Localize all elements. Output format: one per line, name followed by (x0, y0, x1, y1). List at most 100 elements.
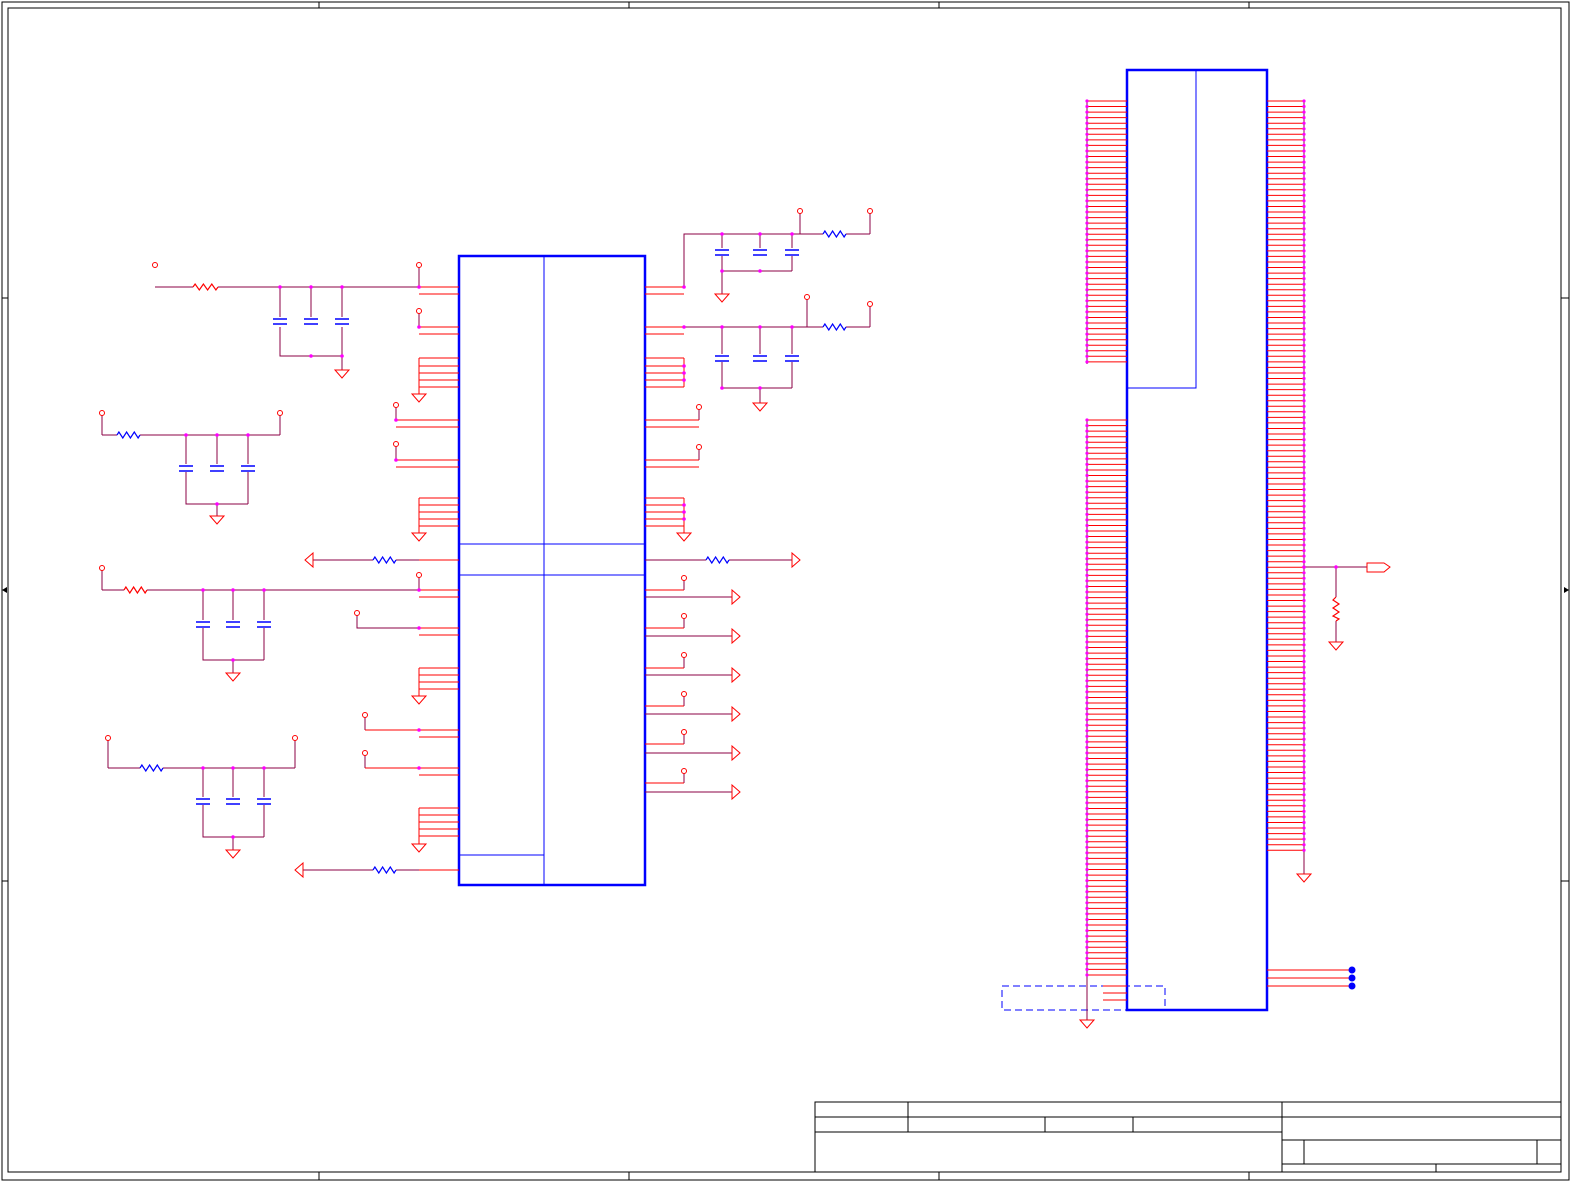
resistor-symbol (123, 585, 148, 595)
junction-dot (1085, 879, 1089, 883)
power-terminal (99, 410, 105, 416)
junction-dot (1085, 762, 1089, 766)
junction-dot (1302, 593, 1306, 597)
junction-dot (1302, 471, 1306, 475)
junction-dot (215, 502, 219, 506)
ground-symbol (224, 672, 242, 682)
ground-symbol (751, 402, 769, 412)
ground-symbol (1327, 641, 1345, 651)
junction-dots (184, 99, 1338, 977)
junction-dot (1302, 310, 1306, 314)
junction-dot (1085, 177, 1089, 181)
junction-dot (1302, 832, 1306, 836)
junction-dot (1302, 754, 1306, 758)
junction-dot (1302, 621, 1306, 625)
junction-dot (1302, 554, 1306, 558)
power-terminal (696, 444, 702, 450)
junction-dot (1302, 671, 1306, 675)
junction-dot (1302, 809, 1306, 814)
junction-dot (1085, 299, 1089, 303)
junction-dot (1302, 249, 1306, 253)
junction-dot (1085, 951, 1089, 955)
junction-dot (1085, 149, 1089, 153)
junction-dot (720, 325, 724, 329)
junction-dot (1302, 526, 1306, 531)
junction-dot (1085, 729, 1089, 733)
junction-dot (201, 766, 205, 770)
junction-dot (790, 325, 794, 329)
junction-dot (1302, 382, 1306, 386)
right-wiring (645, 213, 871, 793)
junction-dot (1085, 590, 1089, 594)
junction-dot (1302, 216, 1306, 220)
junction-dot (1302, 415, 1306, 419)
junction-dot (1302, 110, 1306, 114)
port-arrow (731, 705, 741, 723)
junction-dot (1085, 288, 1089, 292)
junction-dot (1302, 743, 1306, 747)
junction-dot (1085, 829, 1089, 833)
resistor-symbol (705, 555, 730, 565)
junction-dot (1302, 610, 1306, 614)
junction-dot (1085, 723, 1089, 727)
junction-dot (1085, 238, 1089, 242)
junction-dot (1085, 657, 1089, 661)
junction-dot (682, 378, 686, 382)
junction-dot (1302, 798, 1306, 802)
junction-dot (1302, 338, 1306, 342)
junction-dot (1302, 443, 1306, 447)
junction-dot (1085, 221, 1089, 225)
junction-dot (1302, 571, 1306, 575)
capacitors (179, 249, 799, 805)
junction-dot (1302, 288, 1306, 292)
power-terminal (867, 208, 873, 214)
junction-dot (1302, 848, 1306, 852)
junction-dot (1302, 793, 1306, 797)
connector-left-pins (1087, 100, 1127, 976)
junction-dot (1302, 476, 1306, 480)
junction-dot (1085, 884, 1089, 888)
junction-dot (1085, 768, 1089, 772)
junction-dot (417, 588, 421, 592)
power-terminal (152, 262, 158, 268)
junction-dot (1085, 601, 1089, 605)
junction-dot (1085, 906, 1089, 911)
junction-dot (1302, 820, 1306, 825)
power-terminals (99, 208, 873, 774)
junction-dot (1085, 623, 1089, 627)
junction-dot (1302, 171, 1306, 175)
junction-dot (1302, 565, 1306, 569)
junction-dot (1085, 116, 1089, 120)
junction-dot (1085, 684, 1089, 689)
resistor-symbol (139, 763, 164, 773)
junction-dot (720, 232, 724, 236)
junction-dot (1302, 121, 1306, 125)
ground-symbols (208, 293, 1345, 1029)
junction-dot (682, 371, 686, 375)
junction-dot (1085, 929, 1089, 933)
junction-dot (1085, 596, 1089, 600)
junction-dot (231, 588, 235, 592)
junction-dot (1085, 579, 1089, 583)
junction-dot (1085, 110, 1089, 114)
junction-dot (1085, 690, 1089, 694)
junction-dot (1085, 856, 1089, 861)
resistor-symbol (192, 282, 219, 292)
junction-dot (1302, 199, 1306, 203)
junction-dot (1085, 132, 1089, 136)
ic-main-body (457, 254, 647, 887)
junction-dot (1302, 676, 1306, 680)
junction-dot (1302, 193, 1306, 197)
junction-dot (1085, 645, 1089, 650)
zone-arrow-left (2, 587, 7, 593)
junction-dot (1302, 132, 1306, 136)
junction-dot (1085, 243, 1089, 247)
junction-dot (1085, 210, 1089, 214)
junction-dot (1085, 282, 1089, 286)
junction-dot (1085, 895, 1089, 899)
junction-dot (1302, 376, 1306, 381)
junction-dot (1085, 668, 1089, 672)
junction-dot (1302, 487, 1306, 492)
junction-dot (1085, 501, 1089, 505)
resistor-symbol (1331, 596, 1341, 622)
